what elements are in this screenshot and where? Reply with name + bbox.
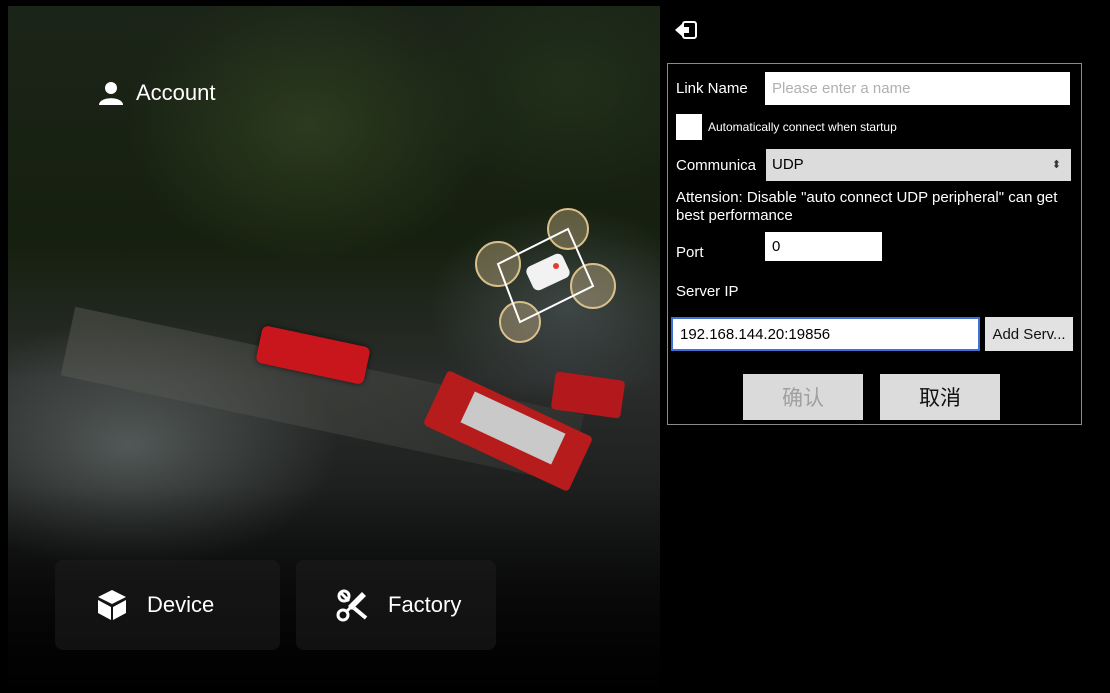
tools-icon [336, 589, 368, 622]
factory-label: Factory [388, 592, 462, 617]
server-ip-input[interactable] [671, 317, 980, 351]
cube-icon [98, 590, 126, 620]
cancel-button[interactable]: 取消 [880, 374, 1000, 420]
account-label: Account [136, 80, 216, 105]
attention-note: Attension: Disable "auto connect UDP per… [676, 189, 1058, 224]
account-button[interactable]: Account [98, 80, 216, 106]
link-name-label: Link Name [676, 80, 748, 97]
auto-connect-checkbox[interactable] [676, 114, 702, 140]
communication-select[interactable]: UDP ⬍ [766, 149, 1071, 181]
auto-connect-label: Automatically connect when startup [708, 120, 897, 134]
factory-button[interactable]: Factory [296, 560, 496, 650]
connection-dialog: Link Name Automatically connect when sta… [667, 63, 1082, 425]
add-server-button[interactable]: Add Serv... [985, 317, 1073, 351]
communication-value: UDP [772, 156, 804, 173]
confirm-button[interactable]: 确认 [743, 374, 863, 420]
server-ip-label: Server IP [676, 283, 739, 300]
communication-label: Communica [676, 157, 757, 174]
updown-caret-icon: ⬍ [1051, 159, 1061, 171]
drone-image [475, 208, 616, 343]
device-label: Device [147, 592, 215, 617]
port-input[interactable] [765, 232, 882, 261]
exit-icon[interactable] [674, 20, 698, 40]
port-label: Port [676, 244, 704, 261]
link-name-input[interactable] [765, 72, 1070, 105]
person-icon [99, 82, 123, 105]
device-button[interactable]: Device [55, 560, 280, 650]
